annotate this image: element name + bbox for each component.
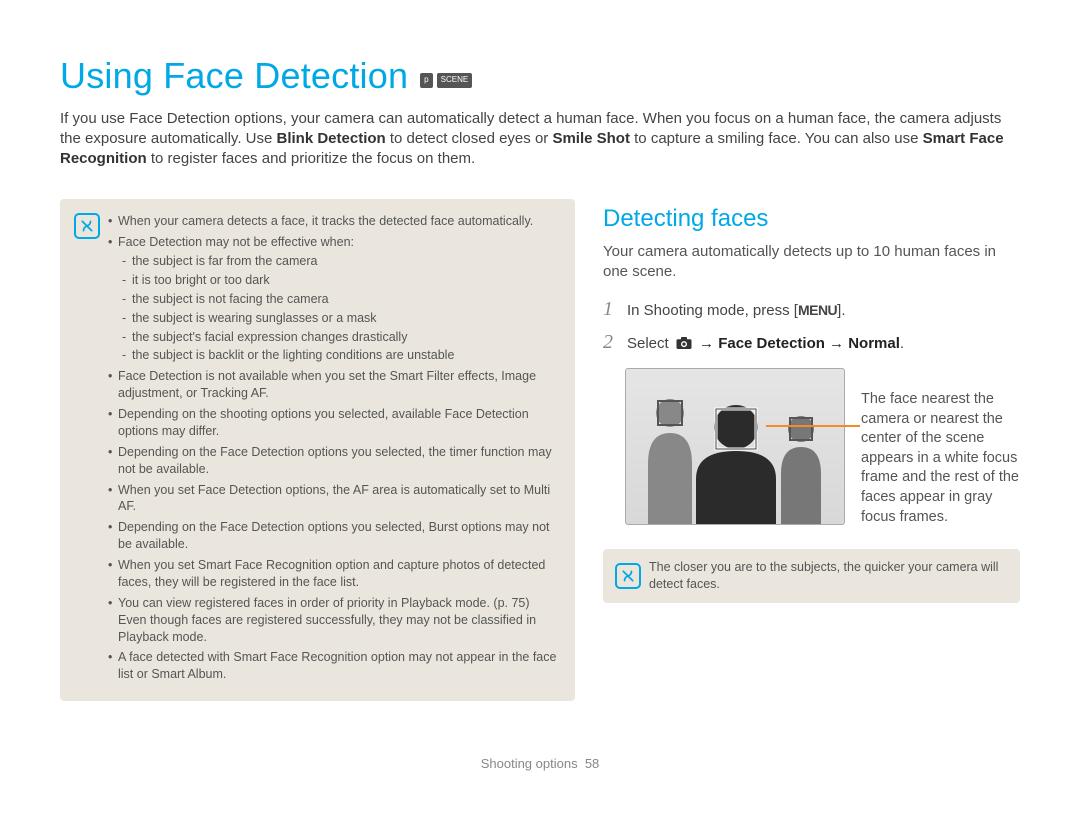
mode-badges: p SCENE xyxy=(420,73,472,88)
callout-line xyxy=(766,425,860,427)
tip-text: The closer you are to the subjects, the … xyxy=(649,559,1008,593)
step-1: 1 In Shooting mode, press [MENU]. xyxy=(603,296,1020,323)
camera-icon xyxy=(675,335,693,351)
step-number: 1 xyxy=(603,296,619,323)
note-item: Face Detection may not be effective when… xyxy=(108,234,561,364)
mode-badge: SCENE xyxy=(437,73,473,88)
note-item: Face Detection is not available when you… xyxy=(108,368,561,402)
note-item: When you set Face Detection options, the… xyxy=(108,482,561,516)
step-number: 2 xyxy=(603,329,619,356)
note-sub-item: the subject is wearing sunglasses or a m… xyxy=(118,310,561,327)
note-sub-item: the subject is backlit or the lighting c… xyxy=(118,347,561,364)
demo-screen xyxy=(625,368,845,525)
note-sub-item: the subject is not facing the camera xyxy=(118,291,561,308)
intro-text: If you use Face Detection options, your … xyxy=(60,109,1020,170)
note-sub-item: the subject is far from the camera xyxy=(118,253,561,270)
note-item: When you set Smart Face Recognition opti… xyxy=(108,557,561,591)
section-intro: Your camera automatically detects up to … xyxy=(603,242,1020,283)
tip-box: The closer you are to the subjects, the … xyxy=(603,549,1020,603)
step-text: In Shooting mode, press [ xyxy=(627,302,798,319)
note-item: Depending on the shooting options you se… xyxy=(108,406,561,440)
note-item: Depending on the Face Detection options … xyxy=(108,444,561,478)
note-icon xyxy=(615,563,641,589)
step-bold: → Face Detection → Normal xyxy=(695,335,900,352)
step-2: 2 Select → Face Detection → Normal. xyxy=(603,329,1020,356)
notes-box: When your camera detects a face, it trac… xyxy=(60,199,575,701)
section-heading: Detecting faces xyxy=(603,203,1020,235)
menu-button-label: MENU xyxy=(798,301,837,320)
step-text: Select xyxy=(627,335,673,352)
note-item: A face detected with Smart Face Recognit… xyxy=(108,649,561,683)
note-icon xyxy=(74,213,100,239)
page-footer: Shooting options 58 xyxy=(0,755,1080,773)
mode-badge: p xyxy=(420,73,432,88)
note-sub-item: the subject's facial expression changes … xyxy=(118,329,561,346)
note-item: Depending on the Face Detection options … xyxy=(108,519,561,553)
note-item: When your camera detects a face, it trac… xyxy=(108,213,561,230)
note-item: You can view registered faces in order o… xyxy=(108,595,561,646)
demo-caption: The face nearest the camera or nearest t… xyxy=(861,390,1020,527)
page-title: Using Face Detection xyxy=(60,52,408,101)
note-sub-item: it is too bright or too dark xyxy=(118,272,561,289)
